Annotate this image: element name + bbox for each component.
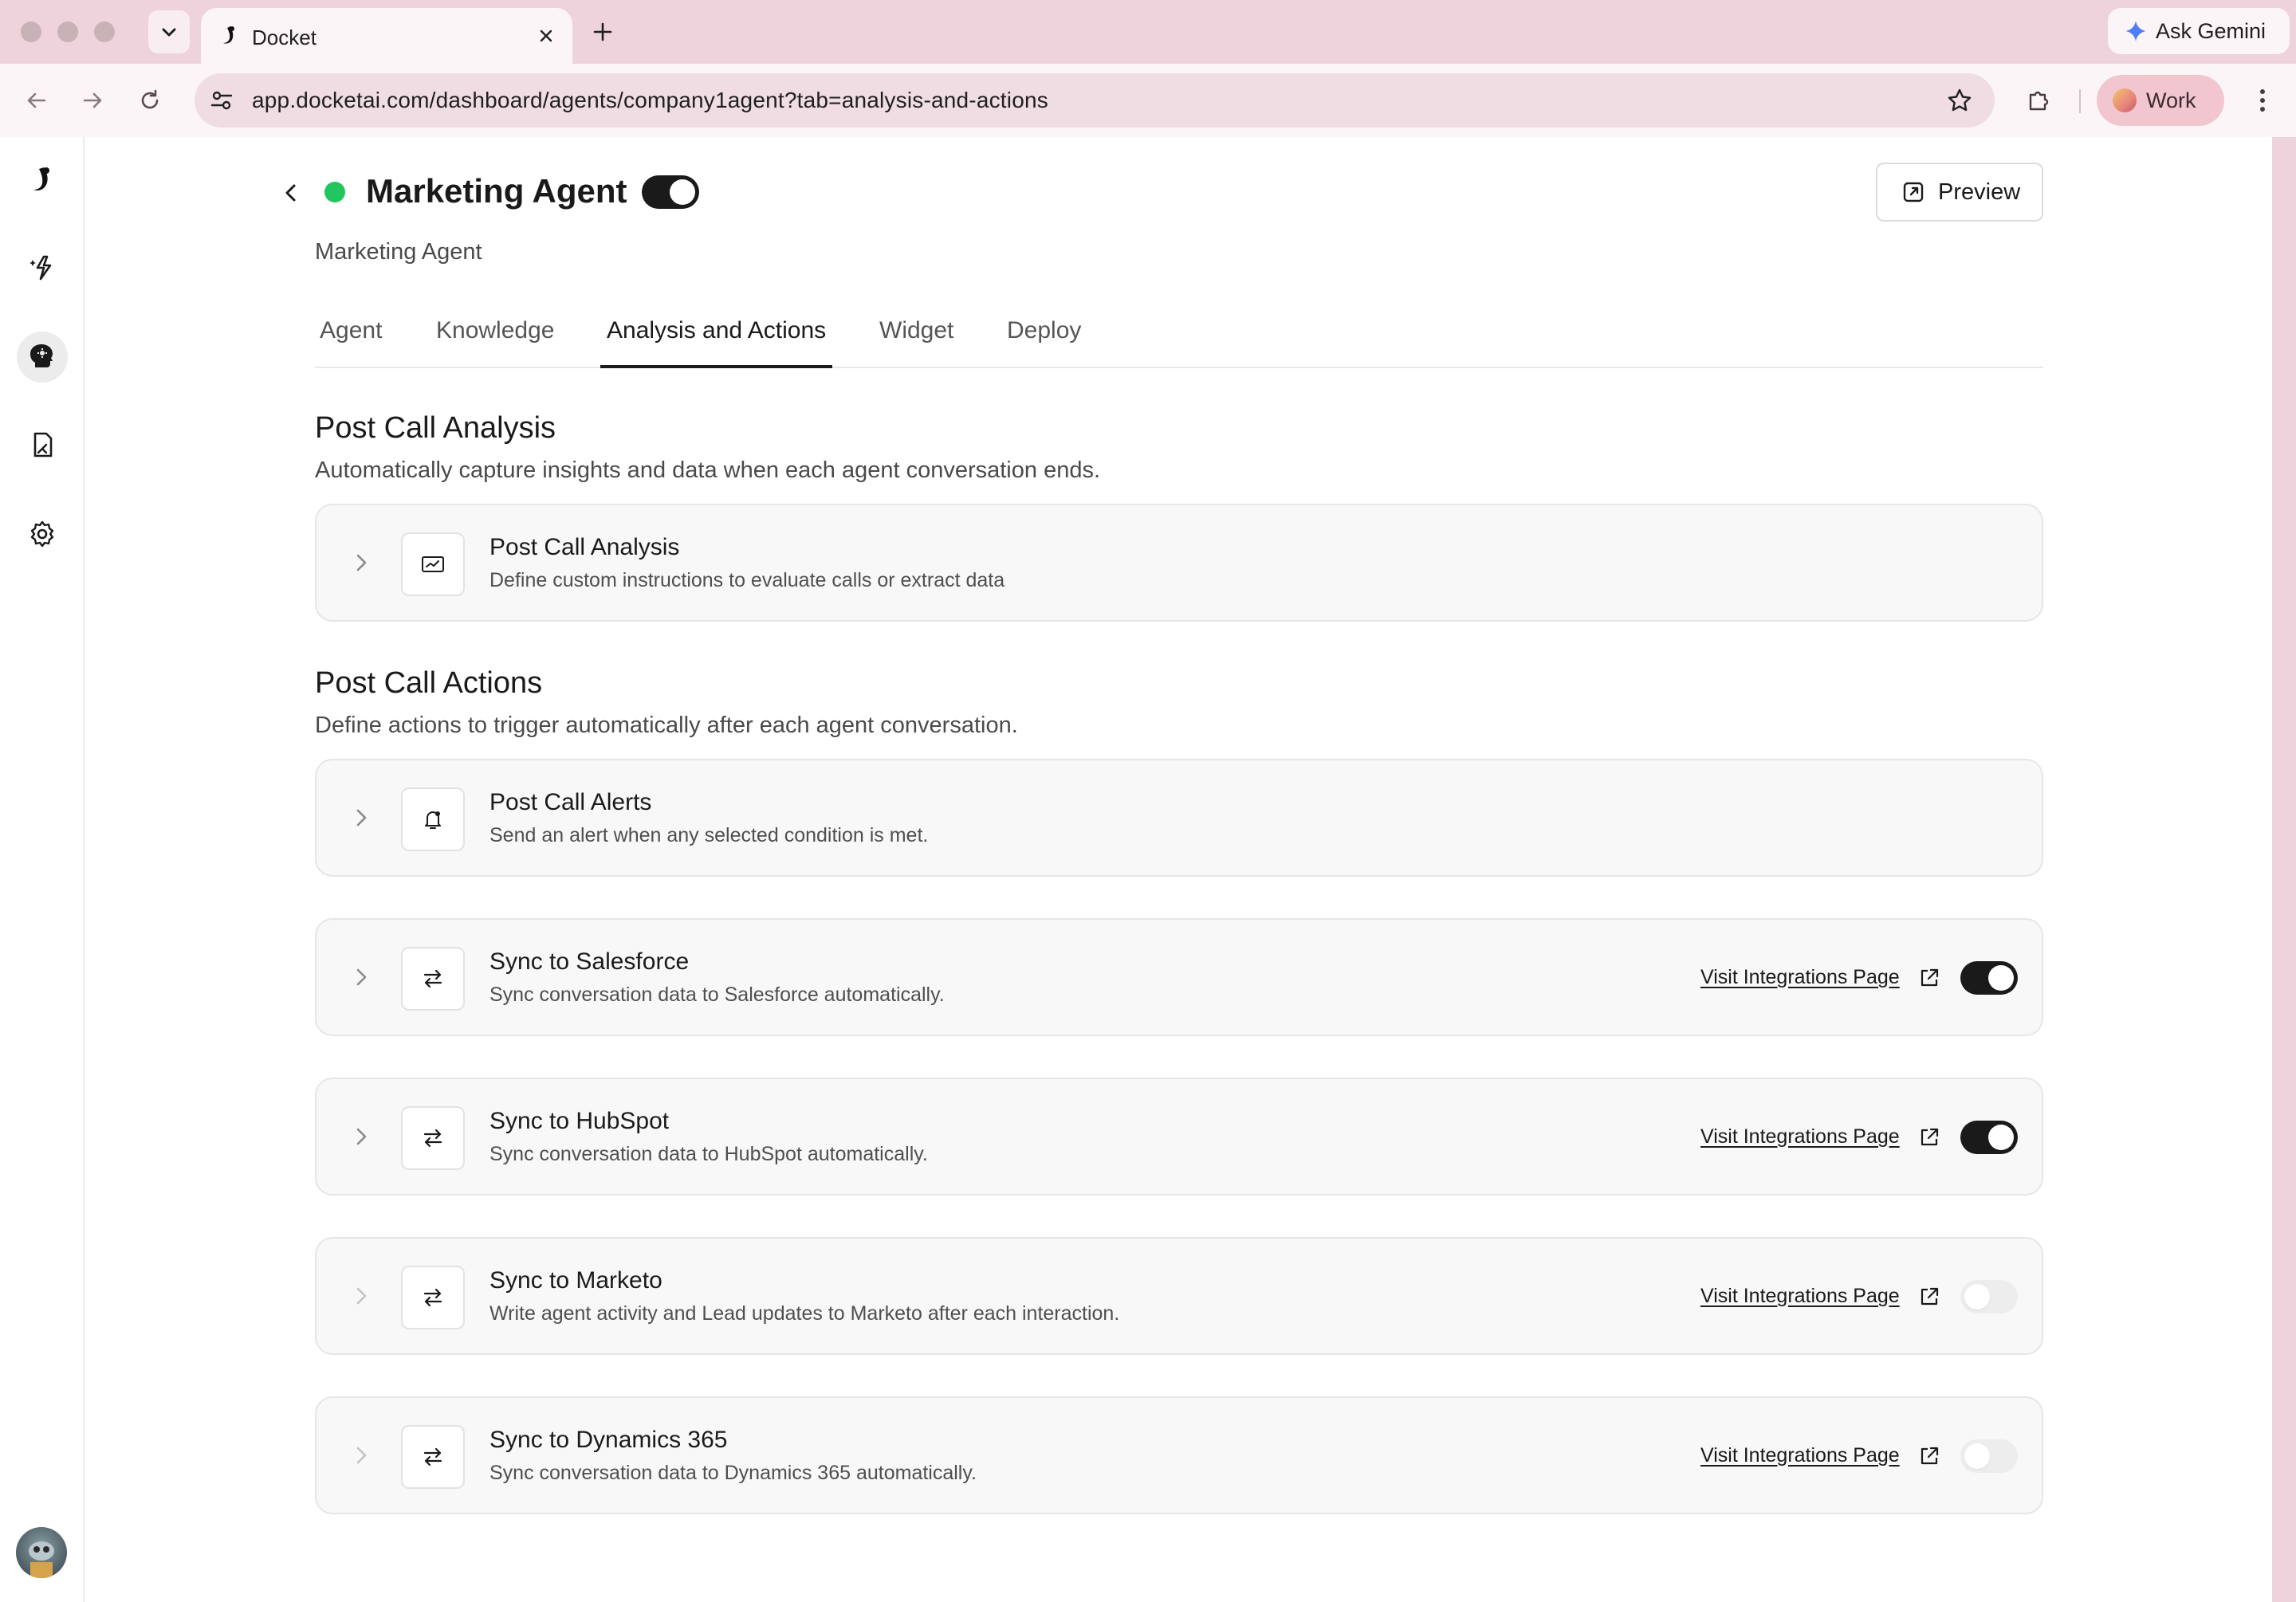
expand-chevron-icon[interactable]	[347, 1441, 375, 1470]
toolbar-separator	[2079, 89, 2081, 113]
sync-salesforce-toggle[interactable]	[1960, 961, 2018, 995]
post-call-actions-heading: Post Call Actions	[315, 666, 543, 700]
card-description: Sync conversation data to HubSpot automa…	[489, 1143, 928, 1165]
expand-chevron-icon[interactable]	[347, 803, 375, 832]
agent-subtitle: Marketing Agent	[315, 239, 482, 265]
external-link-icon[interactable]	[1916, 964, 1943, 991]
post-call-actions-description: Define actions to trigger automatically …	[315, 713, 1018, 738]
preview-external-icon	[1903, 182, 1924, 202]
external-link-icon[interactable]	[1916, 1124, 1943, 1151]
close-tab-icon[interactable]	[533, 22, 560, 49]
ask-gemini-label: Ask Gemini	[2156, 18, 2267, 43]
forward-arrow-icon[interactable]	[75, 83, 110, 118]
window-right-edge	[2272, 137, 2296, 1602]
sync-dynamics-365-toggle[interactable]	[1960, 1439, 2018, 1473]
ask-gemini-button[interactable]: Ask Gemini	[2108, 8, 2290, 54]
back-arrow-icon[interactable]	[19, 83, 54, 118]
sync-marketo-toggle[interactable]	[1960, 1280, 2018, 1313]
post-call-alerts-card[interactable]: Post Call Alerts Send an alert when any …	[315, 759, 2043, 877]
url-text[interactable]: app.docketai.com/dashboard/agents/compan…	[252, 88, 1048, 113]
browser-menu-kebab-icon[interactable]	[2245, 83, 2280, 118]
tab-widget[interactable]: Widget	[873, 317, 960, 367]
post-call-analysis-heading: Post Call Analysis	[315, 411, 556, 445]
card-title: Sync to Dynamics 365	[489, 1427, 728, 1453]
card-description: Sync conversation data to Dynamics 365 a…	[489, 1462, 977, 1484]
card-description: Sync conversation data to Salesforce aut…	[489, 984, 945, 1006]
expand-chevron-icon[interactable]	[347, 963, 375, 991]
expand-chevron-icon[interactable]	[347, 1282, 375, 1310]
profile-avatar-icon	[2113, 88, 2137, 112]
agent-status-dot	[324, 182, 345, 202]
card-title: Sync to HubSpot	[489, 1108, 670, 1134]
new-tab-plus-icon[interactable]	[587, 16, 619, 48]
card-description: Define custom instructions to evaluate c…	[489, 569, 1005, 591]
analysis-card-icon	[401, 532, 465, 596]
tab-agent[interactable]: Agent	[313, 317, 388, 367]
card-description: Write agent activity and Lead updates to…	[489, 1302, 1120, 1325]
docket-logo-icon[interactable]	[17, 155, 68, 206]
sparkle-agents-icon[interactable]	[17, 242, 68, 293]
sync-arrows-icon	[401, 1106, 465, 1170]
visit-integrations-link[interactable]: Visit Integrations Page	[1700, 1125, 1900, 1148]
tab-deploy[interactable]: Deploy	[1001, 317, 1087, 367]
sync-hubspot-toggle[interactable]	[1960, 1121, 2018, 1154]
window-close-control[interactable]	[21, 22, 41, 42]
sync-arrows-icon	[401, 947, 465, 1011]
address-bar[interactable]: app.docketai.com/dashboard/agents/compan…	[195, 73, 1995, 128]
docket-favicon-icon	[217, 24, 241, 48]
agent-head-icon[interactable]	[17, 332, 68, 383]
browser-tab-active[interactable]: Docket	[201, 8, 572, 64]
expand-chevron-icon[interactable]	[347, 1122, 375, 1151]
settings-gear-icon[interactable]	[17, 508, 68, 560]
post-call-analysis-description: Automatically capture insights and data …	[315, 457, 1101, 483]
profile-label: Work	[2146, 88, 2196, 112]
browser-toolbar: app.docketai.com/dashboard/agents/compan…	[0, 64, 2296, 137]
agent-title: Marketing Agent	[366, 172, 627, 210]
card-description: Send an alert when any selected conditio…	[489, 824, 929, 846]
agent-enabled-toggle[interactable]	[642, 175, 699, 209]
preview-label: Preview	[1938, 179, 2021, 205]
tab-knowledge[interactable]: Knowledge	[430, 317, 560, 367]
preview-button[interactable]: Preview	[1876, 163, 2043, 222]
tab-search-button[interactable]	[148, 10, 190, 53]
visit-integrations-link[interactable]: Visit Integrations Page	[1700, 1285, 1900, 1308]
chevron-down-icon	[162, 28, 176, 37]
card-title: Post Call Analysis	[489, 534, 680, 560]
profile-button[interactable]: Work	[2097, 75, 2224, 126]
sync-salesforce-card[interactable]: Sync to Salesforce Sync conversation dat…	[315, 918, 2043, 1036]
bell-icon	[401, 787, 465, 851]
card-title: Post Call Alerts	[489, 789, 652, 815]
sync-hubspot-card[interactable]: Sync to HubSpot Sync conversation data t…	[315, 1078, 2043, 1196]
browser-tabstrip: Docket Ask Gemini	[0, 0, 2296, 64]
sync-arrows-icon	[401, 1266, 465, 1329]
external-link-icon[interactable]	[1916, 1443, 1943, 1470]
external-link-icon[interactable]	[1916, 1283, 1943, 1310]
extensions-puzzle-icon[interactable]	[2022, 83, 2057, 118]
gemini-sparkle-icon	[2125, 21, 2146, 41]
sync-arrows-icon	[401, 1425, 465, 1489]
tab-analysis-and-actions[interactable]: Analysis and Actions	[600, 317, 833, 368]
window-zoom-control[interactable]	[94, 22, 115, 42]
expand-chevron-icon[interactable]	[347, 548, 375, 577]
sync-dynamics-365-card[interactable]: Sync to Dynamics 365 Sync conversation d…	[315, 1396, 2043, 1514]
sync-marketo-card[interactable]: Sync to Marketo Write agent activity and…	[315, 1237, 2043, 1355]
reload-icon[interactable]	[132, 83, 167, 118]
user-avatar[interactable]	[16, 1527, 67, 1578]
site-settings-icon[interactable]	[207, 86, 236, 115]
browser-tab-title: Docket	[252, 26, 316, 49]
left-nav-rail	[0, 137, 85, 1602]
back-chevron-icon[interactable]	[275, 177, 307, 209]
card-title: Sync to Marketo	[489, 1267, 662, 1294]
post-call-analysis-card[interactable]: Post Call Analysis Define custom instruc…	[315, 504, 2043, 622]
visit-integrations-link[interactable]: Visit Integrations Page	[1700, 966, 1900, 989]
bookmark-star-icon[interactable]	[1945, 86, 1974, 115]
agent-tabs: Agent Knowledge Analysis and Actions Wid…	[315, 317, 2043, 368]
card-title: Sync to Salesforce	[489, 948, 690, 975]
document-icon[interactable]	[17, 419, 68, 470]
window-minimize-control[interactable]	[57, 22, 78, 42]
app-page: Marketing Agent Preview Marketing Agent …	[0, 137, 2272, 1602]
visit-integrations-link[interactable]: Visit Integrations Page	[1700, 1444, 1900, 1467]
